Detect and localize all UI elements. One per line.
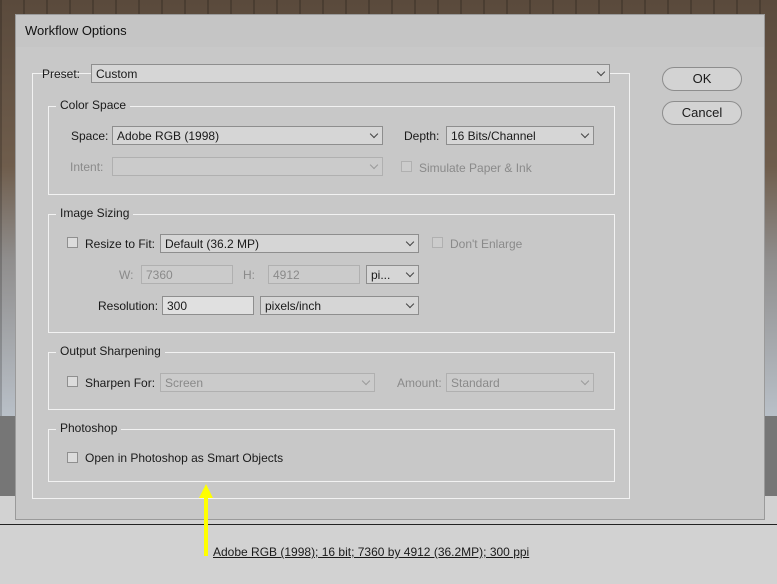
simulate-paper-checkbox[interactable] bbox=[401, 161, 412, 172]
amount-value: Standard bbox=[451, 376, 500, 390]
size-unit-select[interactable]: pi... bbox=[366, 265, 419, 284]
height-label: H: bbox=[243, 268, 255, 282]
preset-value: Custom bbox=[96, 67, 138, 81]
resize-value: Default (36.2 MP) bbox=[165, 237, 260, 251]
intent-select[interactable] bbox=[112, 157, 383, 176]
height-input[interactable]: 4912 bbox=[268, 265, 360, 284]
chevron-down-icon bbox=[405, 268, 415, 278]
width-label: W: bbox=[119, 268, 134, 282]
resolution-input[interactable]: 300 bbox=[162, 296, 254, 315]
amount-label: Amount: bbox=[397, 376, 442, 390]
space-value: Adobe RGB (1998) bbox=[117, 129, 220, 143]
sharpen-for-label: Sharpen For: bbox=[85, 376, 156, 390]
dont-enlarge-checkbox[interactable] bbox=[432, 237, 443, 248]
ok-button[interactable]: OK bbox=[662, 67, 742, 91]
workflow-options-dialog: Workflow Options Preset: Custom Color Sp… bbox=[15, 14, 765, 520]
resolution-unit-value: pixels/inch bbox=[265, 299, 322, 313]
resize-to-fit-checkbox[interactable] bbox=[67, 237, 78, 248]
resolution-unit-select[interactable]: pixels/inch bbox=[260, 296, 419, 315]
width-input[interactable]: 7360 bbox=[141, 265, 233, 284]
chevron-down-icon bbox=[361, 376, 371, 386]
size-unit-value: pi... bbox=[371, 268, 391, 282]
workflow-options-link[interactable]: Adobe RGB (1998); 16 bit; 7360 by 4912 (… bbox=[213, 545, 529, 559]
intent-label: Intent: bbox=[70, 160, 104, 174]
chevron-down-icon bbox=[405, 299, 415, 309]
depth-value: 16 Bits/Channel bbox=[451, 129, 536, 143]
color-space-title: Color Space bbox=[56, 98, 131, 112]
sharpen-value: Screen bbox=[165, 376, 204, 390]
preset-label: Preset: bbox=[42, 67, 81, 81]
amount-select[interactable]: Standard bbox=[446, 373, 594, 392]
cancel-button[interactable]: Cancel bbox=[662, 101, 742, 125]
dont-enlarge-label: Don't Enlarge bbox=[450, 237, 523, 251]
chevron-down-icon bbox=[596, 67, 606, 77]
sharpen-for-select[interactable]: Screen bbox=[160, 373, 375, 392]
space-label: Space: bbox=[71, 129, 109, 143]
space-select[interactable]: Adobe RGB (1998) bbox=[112, 126, 383, 145]
output-sharpening-title: Output Sharpening bbox=[56, 344, 165, 358]
image-sizing-title: Image Sizing bbox=[56, 206, 134, 220]
photoshop-title: Photoshop bbox=[56, 421, 122, 435]
chevron-down-icon bbox=[580, 376, 590, 386]
preset-select[interactable]: Custom bbox=[91, 64, 610, 83]
resize-to-fit-select[interactable]: Default (36.2 MP) bbox=[160, 234, 419, 253]
sharpen-for-checkbox[interactable] bbox=[67, 376, 78, 387]
simulate-paper-label: Simulate Paper & Ink bbox=[419, 161, 532, 175]
chevron-down-icon bbox=[580, 129, 590, 139]
depth-label: Depth: bbox=[404, 129, 440, 143]
dialog-title: Workflow Options bbox=[25, 23, 127, 38]
chevron-down-icon bbox=[369, 160, 379, 170]
dialog-titlebar[interactable]: Workflow Options bbox=[16, 15, 764, 47]
smart-objects-label: Open in Photoshop as Smart Objects bbox=[85, 451, 284, 465]
resolution-label: Resolution: bbox=[98, 299, 159, 313]
resize-to-fit-label: Resize to Fit: bbox=[85, 237, 156, 251]
chevron-down-icon bbox=[369, 129, 379, 139]
color-space-group: Color Space bbox=[48, 98, 615, 195]
divider-line bbox=[0, 524, 777, 525]
depth-select[interactable]: 16 Bits/Channel bbox=[446, 126, 594, 145]
chevron-down-icon bbox=[405, 237, 415, 247]
smart-objects-checkbox[interactable] bbox=[67, 452, 78, 463]
